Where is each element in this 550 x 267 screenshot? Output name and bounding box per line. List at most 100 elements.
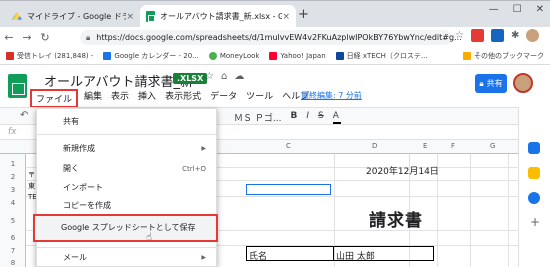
menu-tools[interactable]: ツール bbox=[246, 89, 273, 108]
close-window-button[interactable]: ✕ bbox=[536, 4, 544, 15]
menu-divider bbox=[37, 134, 218, 135]
moneylook-icon bbox=[208, 52, 217, 60]
shortcut-label: Ctrl+O bbox=[182, 164, 206, 173]
calendar-icon bbox=[103, 52, 112, 60]
avatar[interactable] bbox=[513, 73, 533, 93]
keep-icon[interactable] bbox=[528, 167, 540, 179]
sheets-logo-icon[interactable] bbox=[8, 74, 27, 98]
name-label-cell[interactable]: 氏名 bbox=[246, 246, 334, 262]
menu-view[interactable]: 表示 bbox=[111, 89, 129, 108]
calendar-icon[interactable] bbox=[528, 142, 540, 154]
other-bookmarks[interactable]: その他のブックマーク bbox=[463, 51, 544, 61]
date-cell[interactable]: 2020年12月14日 bbox=[366, 164, 439, 177]
cloud-status-icon: ☁ bbox=[234, 71, 245, 82]
profile-avatar-icon[interactable] bbox=[526, 29, 540, 42]
folder-icon bbox=[463, 52, 471, 60]
row-header[interactable]: 3 bbox=[0, 186, 26, 194]
lock-icon: 🔒︎ bbox=[479, 78, 484, 88]
document-title[interactable]: オールアバウト請求書_新 bbox=[44, 71, 193, 90]
file-menu: 共有 新規作成 ▶ 開く Ctrl+O インポート コピーを作成 メール ▶ bbox=[36, 108, 218, 267]
column-header[interactable]: F bbox=[451, 142, 455, 150]
last-edit-link[interactable]: 最終編集: 7 分前 bbox=[301, 90, 362, 101]
row-header[interactable]: 6 bbox=[0, 234, 26, 242]
tab-title: オールアバウト請求書_新.xlsx - Google bbox=[160, 12, 283, 21]
tab-title: マイドライブ - Google ドライブ bbox=[27, 12, 127, 21]
star-icon[interactable]: ☆ bbox=[205, 71, 214, 82]
more-vert-icon[interactable]: ⋮ bbox=[546, 30, 550, 41]
grid-line bbox=[470, 154, 471, 267]
name-value-cell[interactable]: 山田 太郎 bbox=[334, 246, 434, 262]
close-icon[interactable]: × bbox=[282, 12, 290, 22]
fx-label: fx bbox=[8, 127, 17, 137]
menu-item-make-copy[interactable]: コピーを作成 bbox=[37, 197, 218, 214]
pdf-extension-icon[interactable] bbox=[470, 29, 484, 42]
row-header[interactable]: 5 bbox=[0, 217, 26, 225]
submenu-arrow-icon: ▶ bbox=[201, 145, 206, 152]
url-text: https://docs.google.com/spreadsheets/d/1… bbox=[96, 33, 462, 42]
bold-button[interactable]: B bbox=[290, 111, 297, 124]
bookmark-gmail[interactable]: 受信トレイ (281,848) - bbox=[6, 51, 93, 61]
italic-button[interactable]: I bbox=[306, 111, 309, 124]
navigation-bar: ← → ↻ 🔒︎ https://docs.google.com/spreads… bbox=[0, 27, 550, 48]
reload-icon[interactable]: ↻ bbox=[36, 31, 54, 44]
puzzle-icon[interactable]: ✱ bbox=[511, 30, 519, 41]
menu-insert[interactable]: 挿入 bbox=[138, 89, 156, 108]
new-tab-button[interactable]: + bbox=[298, 7, 309, 22]
row-header[interactable]: 4 bbox=[0, 199, 26, 207]
share-button[interactable]: 🔒︎ 共有 bbox=[475, 74, 507, 93]
text-color-button[interactable]: A bbox=[332, 111, 341, 124]
minimize-button[interactable]: — bbox=[489, 4, 499, 15]
font-select[interactable]: ＭＳ Ｐゴ... bbox=[234, 111, 281, 124]
bookmark-yahoo[interactable]: Yahoo! Japan bbox=[269, 52, 326, 60]
move-folder-icon[interactable]: ⌂ bbox=[221, 71, 227, 82]
invoice-title-cell[interactable]: 請求書 bbox=[369, 206, 423, 231]
row-header[interactable]: 7 bbox=[0, 247, 26, 255]
tasks-icon[interactable] bbox=[528, 192, 540, 204]
maximize-button[interactable]: ☐ bbox=[513, 4, 522, 15]
close-icon[interactable]: × bbox=[126, 12, 134, 22]
menu-item-email[interactable]: メール ▶ bbox=[37, 249, 218, 266]
bookmarks-bar: 受信トレイ (281,848) - Google カレンダー - 20... M… bbox=[0, 48, 550, 65]
add-addon-icon[interactable]: + bbox=[530, 215, 540, 229]
browser-extensions: ☆ ✱ ⋮ bbox=[455, 29, 550, 42]
window-controls: — ☐ ✕ bbox=[489, 4, 544, 15]
row-header-column: 1 2 3 4 5 6 7 8 bbox=[0, 154, 26, 267]
menu-format[interactable]: 表示形式 bbox=[165, 89, 201, 108]
tab-google-drive[interactable]: マイドライブ - Google ドライブ × bbox=[6, 5, 140, 28]
bookmark-calendar[interactable]: Google カレンダー - 20... bbox=[103, 51, 199, 61]
menu-file[interactable]: ファイル bbox=[30, 89, 79, 108]
column-header[interactable]: G bbox=[490, 142, 495, 150]
menu-item-new[interactable]: 新規作成 ▶ bbox=[37, 140, 218, 157]
row-header[interactable]: 1 bbox=[0, 160, 26, 168]
menu-item-save-as-sheets[interactable]: Google スプレッドシートとして保存 bbox=[33, 214, 218, 242]
menu-edit[interactable]: 編集 bbox=[84, 89, 102, 108]
selected-cell[interactable] bbox=[246, 184, 331, 195]
menu-data[interactable]: データ bbox=[210, 89, 237, 108]
column-header[interactable]: E bbox=[423, 142, 427, 150]
bookmark-nikkei[interactable]: 日経 xTECH（クロステ... bbox=[335, 51, 428, 61]
undo-icon[interactable]: ↶ bbox=[20, 110, 28, 121]
file-type-badge: .XLSX bbox=[173, 73, 208, 84]
address-bar[interactable]: 🔒︎ https://docs.google.com/spreadsheets/… bbox=[80, 30, 462, 45]
google-sheets-icon bbox=[146, 11, 155, 22]
tab-spreadsheet[interactable]: オールアバウト請求書_新.xlsx - Google × bbox=[140, 5, 296, 28]
back-icon[interactable]: ← bbox=[0, 31, 18, 44]
forward-icon[interactable]: → bbox=[18, 31, 36, 44]
extension-icon[interactable] bbox=[490, 29, 504, 42]
strikethrough-button[interactable]: S bbox=[318, 111, 324, 124]
row-header[interactable]: 8 bbox=[0, 259, 26, 267]
column-header[interactable]: C bbox=[286, 142, 291, 150]
lock-icon: 🔒︎ bbox=[86, 32, 91, 42]
menu-item-open[interactable]: 開く Ctrl+O bbox=[37, 160, 218, 177]
bookmark-moneylook[interactable]: MoneyLook bbox=[208, 52, 259, 60]
column-header[interactable]: D bbox=[372, 142, 377, 150]
nikkei-icon bbox=[335, 52, 344, 60]
gmail-icon bbox=[6, 52, 14, 60]
menu-item-import[interactable]: インポート bbox=[37, 179, 218, 196]
star-icon[interactable]: ☆ bbox=[455, 30, 464, 41]
submenu-arrow-icon: ▶ bbox=[201, 254, 206, 261]
row-header[interactable]: 2 bbox=[0, 173, 26, 181]
menu-item-share[interactable]: 共有 bbox=[37, 113, 218, 130]
google-drive-icon bbox=[12, 12, 22, 20]
menu-divider bbox=[37, 247, 218, 248]
